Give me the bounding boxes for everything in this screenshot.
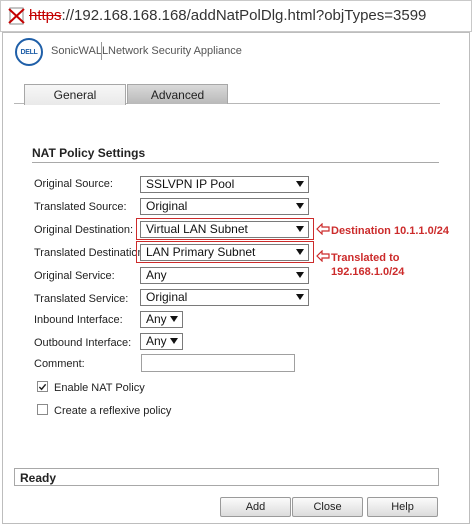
section-divider [32, 162, 439, 163]
tab-advanced[interactable]: Advanced [127, 84, 228, 104]
translated-source-label: Translated Source: [34, 201, 127, 213]
add-button[interactable]: Add [220, 497, 291, 517]
original-source-value: SSLVPN IP Pool [146, 177, 235, 191]
translated-annotation-line2: 192.168.1.0/24 [331, 266, 405, 278]
help-button[interactable]: Help [367, 497, 438, 517]
original-destination-label: Original Destination: [34, 224, 134, 236]
comment-label: Comment: [34, 358, 85, 370]
dell-logo: DELL [15, 38, 43, 66]
certificate-error-icon[interactable] [8, 6, 26, 26]
header-divider [101, 42, 102, 60]
chevron-down-icon [296, 181, 304, 187]
translated-service-select[interactable]: Original [140, 289, 309, 306]
original-service-value: Any [146, 268, 167, 282]
translated-source-value: Original [146, 199, 188, 213]
brand-name: SonicWALL [51, 45, 109, 57]
translated-annotation-line1: Translated to [331, 252, 400, 264]
translated-service-label: Translated Service: [34, 293, 129, 305]
status-text: Ready [20, 471, 57, 485]
checkmark-icon [38, 383, 47, 390]
outbound-interface-value: Any [146, 334, 167, 348]
url-text[interactable]: https://192.168.168.168/addNatPolDlg.htm… [29, 7, 426, 24]
comment-input[interactable] [141, 354, 295, 372]
url-protocol: https [29, 7, 62, 24]
outbound-interface-select[interactable]: Any [140, 333, 183, 350]
inbound-interface-label: Inbound Interface: [34, 314, 123, 326]
address-bar[interactable]: https://192.168.168.168/addNatPolDlg.htm… [0, 0, 472, 32]
translated-service-value: Original [146, 290, 188, 304]
translated-destination-label: Translated Destination: [34, 247, 147, 259]
inbound-interface-value: Any [146, 312, 167, 326]
original-source-select[interactable]: SSLVPN IP Pool [140, 176, 309, 193]
chevron-down-icon [170, 316, 178, 322]
reflexive-policy-checkbox[interactable] [37, 404, 48, 415]
inbound-interface-select[interactable]: Any [140, 311, 183, 328]
chevron-down-icon [296, 226, 304, 232]
translated-destination-value: LAN Primary Subnet [146, 245, 256, 259]
translated-source-select[interactable]: Original [140, 198, 309, 215]
translated-destination-select[interactable]: LAN Primary Subnet [140, 244, 309, 261]
url-path: ://192.168.168.168/addNatPolDlg.html?obj… [61, 7, 427, 24]
status-bar: Ready [14, 468, 439, 486]
logo-text: DELL [20, 48, 38, 56]
chevron-down-icon [296, 249, 304, 255]
destination-annotation: Destination 10.1.1.0/24 [331, 225, 449, 237]
original-source-label: Original Source: [34, 178, 113, 190]
original-service-select[interactable]: Any [140, 267, 309, 284]
section-title: NAT Policy Settings [32, 146, 146, 160]
close-button[interactable]: Close [292, 497, 363, 517]
original-destination-select[interactable]: Virtual LAN Subnet [140, 221, 309, 238]
tab-general[interactable]: General [24, 84, 126, 105]
chevron-down-icon [170, 338, 178, 344]
original-destination-value: Virtual LAN Subnet [146, 222, 248, 236]
product-name: Network Security Appliance [108, 45, 242, 57]
original-service-label: Original Service: [34, 270, 115, 282]
callout-arrow-icon [316, 223, 330, 235]
chevron-down-icon [296, 203, 304, 209]
reflexive-policy-label: Create a reflexive policy [54, 405, 172, 417]
callout-arrow-icon [316, 250, 330, 262]
chevron-down-icon [296, 294, 304, 300]
enable-nat-label: Enable NAT Policy [54, 382, 145, 394]
outbound-interface-label: Outbound Interface: [34, 337, 132, 349]
chevron-down-icon [296, 272, 304, 278]
enable-nat-checkbox[interactable] [37, 381, 48, 392]
